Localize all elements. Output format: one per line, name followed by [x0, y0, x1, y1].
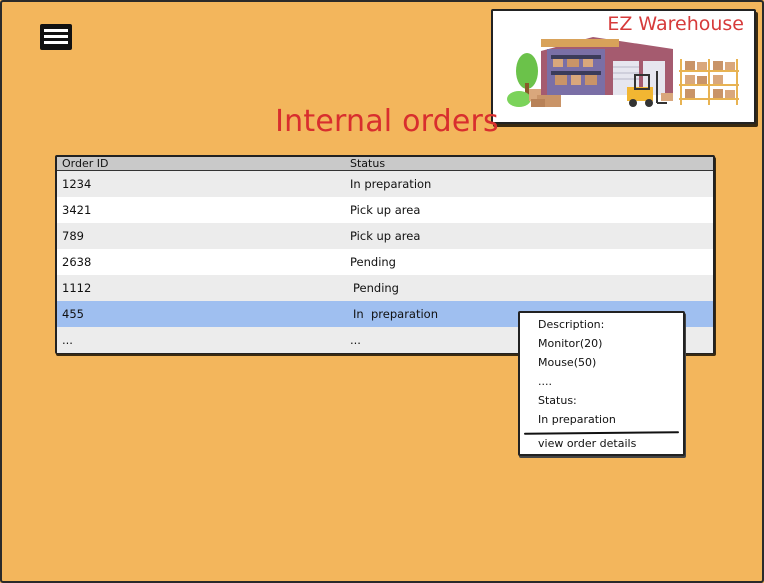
status-label: Status:: [538, 394, 577, 407]
table-row[interactable]: 3421 Pick up area: [57, 197, 713, 223]
column-header-order-id[interactable]: Order ID: [62, 157, 108, 170]
order-id-cell: 2638: [62, 255, 92, 269]
app-title: EZ Warehouse: [607, 13, 744, 35]
popup-item: Monitor(20): [538, 337, 603, 350]
status-cell: Pending: [350, 255, 396, 269]
order-id-cell: 1112: [62, 281, 92, 295]
order-details-popup: Description: Monitor(20) Mouse(50) .... …: [518, 311, 685, 456]
table-row[interactable]: 2638 Pending: [57, 249, 713, 275]
page-title: Internal orders: [275, 104, 499, 139]
popup-divider: [523, 431, 680, 435]
table-row[interactable]: 1234 In preparation: [57, 171, 713, 197]
order-id-cell: 1234: [62, 177, 92, 191]
table-row[interactable]: 1112 Pending: [57, 275, 713, 301]
popup-item: Mouse(50): [538, 356, 597, 369]
status-cell: In preparation: [353, 307, 438, 321]
order-id-cell: ...: [62, 333, 73, 347]
column-header-status[interactable]: Status: [350, 157, 385, 170]
popup-item: ....: [538, 375, 552, 388]
status-cell: Pick up area: [350, 203, 421, 217]
order-id-cell: 455: [62, 307, 84, 321]
status-cell: In preparation: [350, 177, 432, 191]
status-cell: Pending: [353, 281, 399, 295]
view-order-details-link[interactable]: view order details: [538, 437, 636, 450]
table-row[interactable]: 789 Pick up area: [57, 223, 713, 249]
hamburger-menu-icon[interactable]: [40, 24, 72, 50]
status-cell: ...: [350, 333, 361, 347]
status-value: In preparation: [538, 413, 616, 426]
table-header: Order ID Status: [57, 157, 713, 171]
description-label: Description:: [538, 318, 605, 331]
order-id-cell: 3421: [62, 203, 92, 217]
order-id-cell: 789: [62, 229, 84, 243]
status-cell: Pick up area: [350, 229, 421, 243]
